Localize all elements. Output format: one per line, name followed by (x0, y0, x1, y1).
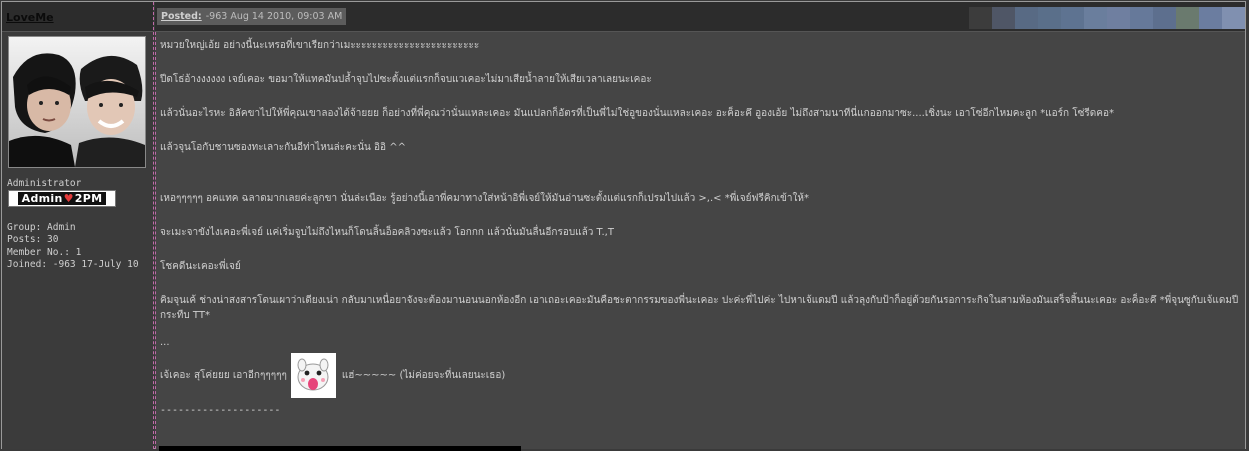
post-date: -963 Aug 14 2010, 09:03 AM (205, 11, 343, 22)
header-swatch (1176, 7, 1199, 29)
header-swatch (1061, 7, 1084, 29)
post-paragraph: โชคดีนะเคอะพี่เจย์ (160, 261, 241, 272)
admin-badge: Admin ♥ 2PM (8, 190, 116, 207)
post-column: Posted: -963 Aug 14 2010, 09:03 AM หมวยใ… (155, 2, 1245, 449)
author-username-link[interactable]: LoveMe (6, 11, 54, 24)
header-swatch (1084, 7, 1107, 29)
emoticon-icon (290, 353, 336, 398)
header-swatch (992, 7, 1015, 29)
header-swatch (1015, 7, 1038, 29)
author-info: Group: Admin Posts: 30 Member No.: 1 Joi… (7, 222, 139, 271)
post-paragraph: หมวยใหญ่เอ้ย อย่างนี้นะเหรอที่เขาเรียกว่… (160, 40, 480, 51)
header-swatch (1222, 7, 1245, 29)
author-group: Group: Admin (7, 222, 76, 233)
author-column: LoveMe Administrator Admin ♥ 2PM Group: … (2, 2, 154, 449)
post-paragraph: จะเมะจาขังไงเคอะพี่เจย์ แค่เริ่มจูบไม่ถึ… (160, 227, 614, 238)
post-paragraph: คิมจุนเค้ ช่างน่าสงสารโดนเผาว่าเดียงเน่า… (160, 295, 1239, 321)
post-body: หมวยใหญ่เอ้ย อย่างนี้นะเหรอที่เขาเรียกว่… (155, 32, 1245, 449)
signature-bar (159, 446, 521, 451)
author-member-no: Member No.: 1 (7, 246, 82, 258)
header-swatch (1107, 7, 1130, 29)
post-paragraph: แฮ่~~~~~ (ไม่ค่อยจะที่นเลยนะเธอ) (341, 370, 506, 381)
post-paragraph: ปีดโธ่อ้างงงงงง เจย์เคอะ ขอมาให้แทคมันปล… (160, 74, 652, 85)
avatar (8, 36, 146, 168)
post-date-box: Posted: -963 Aug 14 2010, 09:03 AM (157, 8, 347, 25)
header-swatch (1038, 7, 1061, 29)
author-role: Administrator (7, 178, 82, 189)
badge-admin-text: Admin (21, 192, 63, 205)
heart-icon: ♥ (63, 192, 74, 205)
author-posts: Posts: 30 (7, 234, 59, 246)
badge-group-text: 2PM (74, 192, 103, 205)
header-swatch (1153, 7, 1176, 29)
header-swatch (1199, 7, 1222, 29)
post-paragraph: แล้วจุนโอกับชานซองทะเลาะกันอีท่าไหนล่ะคะ… (160, 142, 406, 153)
post-paragraph: ... (160, 337, 170, 348)
post-paragraph: เจ้เคอะ สุโค่ยยย เอาอีกๆๆๆๆๆ (160, 370, 287, 381)
header-decoration (969, 7, 1245, 29)
author-joined: Joined: -963 17-July 10 (7, 258, 139, 270)
author-header: LoveMe (2, 2, 153, 32)
header-swatch (1130, 7, 1153, 29)
posted-link[interactable]: Posted: (161, 11, 202, 22)
signature-divider: -------------------- (160, 405, 281, 416)
post-paragraph: เหอๆๆๆๆๆ อคแทค ฉลาดมากเลยค่ะลูกขา นั่นล่… (160, 193, 809, 204)
post-paragraph: แล้วนั่นอะไรหะ อิลัคขาไปให้พี่คุณเขาลองไ… (160, 108, 1114, 119)
post-header: Posted: -963 Aug 14 2010, 09:03 AM (155, 2, 1245, 32)
sticker-line: เจ้เคอะ สุโค่ยยย เอาอีกๆๆๆๆๆ แฮ่~~~~~ (ไ… (160, 353, 1241, 398)
header-swatch (969, 7, 992, 29)
